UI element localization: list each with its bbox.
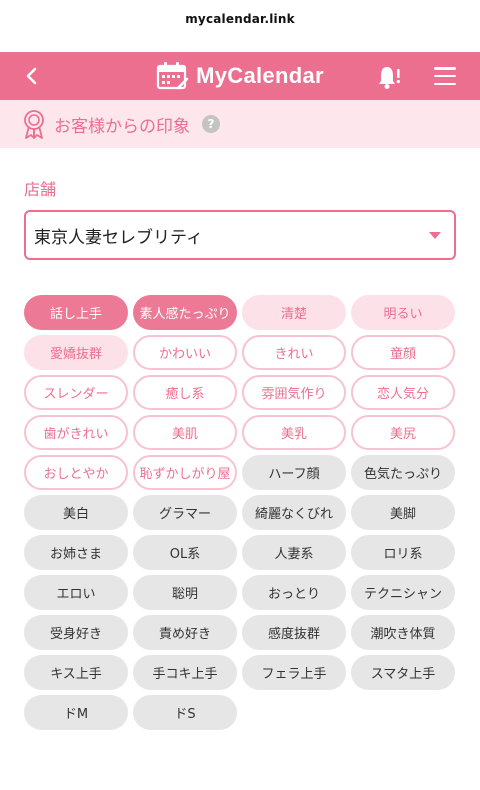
- impression-tag-chip[interactable]: 感度抜群: [242, 615, 346, 650]
- impression-tag-chip[interactable]: キス上手: [24, 655, 128, 690]
- shop-label: 店舗: [24, 180, 57, 199]
- impression-tag-chip[interactable]: 恥ずかしがり屋: [133, 455, 237, 490]
- impression-tag-chip[interactable]: ドS: [133, 695, 237, 730]
- impression-tag-chip[interactable]: グラマー: [133, 495, 237, 530]
- impression-tag-chip[interactable]: 恋人気分: [351, 375, 455, 410]
- impression-tag-chip[interactable]: 美脚: [351, 495, 455, 530]
- impression-tag-chip[interactable]: スマタ上手: [351, 655, 455, 690]
- impression-tag-chip[interactable]: 綺麗なくびれ: [242, 495, 346, 530]
- impression-tag-chip[interactable]: 色気たっぷり: [351, 455, 455, 490]
- impression-tag-grid: 話し上手 素人感たっぷり 清楚 明るい愛嬌抜群 かわいい きれい 童顔スレンダー 癒し系 雰囲気…: [24, 295, 456, 730]
- impression-tag-chip[interactable]: 素人感たっぷり: [133, 295, 237, 330]
- impression-tag-chip[interactable]: かわいい: [133, 335, 237, 370]
- browser-url-bar[interactable]: mycalendar.link: [0, 0, 480, 52]
- impression-tag-chip[interactable]: 潮吹き体質: [351, 615, 455, 650]
- shop-select[interactable]: 東京人妻セレブリティ: [24, 210, 456, 260]
- section-header: お客様からの印象 ?: [0, 100, 480, 148]
- impression-tag-chip[interactable]: 愛嬌抜群: [24, 335, 128, 370]
- award-ribbon-icon: [24, 110, 44, 139]
- impression-tag-chip[interactable]: 人妻系: [242, 535, 346, 570]
- brand-name: MyCalendar: [196, 63, 324, 88]
- impression-tag-chip[interactable]: お姉さま: [24, 535, 128, 570]
- impression-tag-chip[interactable]: きれい: [242, 335, 346, 370]
- impression-tag-chip[interactable]: 話し上手: [24, 295, 128, 330]
- caret-down-icon: [429, 232, 441, 239]
- back-button[interactable]: [20, 64, 44, 88]
- impression-tag-chip[interactable]: テクニシャン: [351, 575, 455, 610]
- impression-tag-chip[interactable]: フェラ上手: [242, 655, 346, 690]
- impression-tag-chip[interactable]: OL系: [133, 535, 237, 570]
- chevron-left-icon: [26, 67, 37, 85]
- impression-tag-chip[interactable]: 手コキ上手: [133, 655, 237, 690]
- hamburger-menu-icon[interactable]: [434, 67, 456, 85]
- impression-tag-chip[interactable]: ロリ系: [351, 535, 455, 570]
- url-text: mycalendar.link: [185, 12, 295, 26]
- bell-icon[interactable]: [376, 64, 402, 90]
- impression-tag-chip[interactable]: 美乳: [242, 415, 346, 450]
- impression-tag-chip[interactable]: 美尻: [351, 415, 455, 450]
- impression-tag-chip[interactable]: スレンダー: [24, 375, 128, 410]
- impression-tag-chip[interactable]: 受身好き: [24, 615, 128, 650]
- impression-tag-chip[interactable]: 雰囲気作り: [242, 375, 346, 410]
- impression-tag-chip[interactable]: 清楚: [242, 295, 346, 330]
- impression-tag-chip[interactable]: おしとやか: [24, 455, 128, 490]
- help-icon[interactable]: ?: [202, 115, 220, 133]
- impression-tag-chip[interactable]: 童顔: [351, 335, 455, 370]
- brand-logo: MyCalendar: [0, 52, 480, 100]
- impression-tag-chip[interactable]: おっとり: [242, 575, 346, 610]
- impression-tag-chip[interactable]: エロい: [24, 575, 128, 610]
- impression-tag-chip[interactable]: 聡明: [133, 575, 237, 610]
- impression-tag-chip[interactable]: 癒し系: [133, 375, 237, 410]
- impression-tag-chip[interactable]: 歯がきれい: [24, 415, 128, 450]
- impression-tag-chip[interactable]: 美肌: [133, 415, 237, 450]
- impression-tag-chip[interactable]: ハーフ顔: [242, 455, 346, 490]
- calendar-logo-icon: [157, 62, 189, 90]
- impression-tag-chip[interactable]: 責め好き: [133, 615, 237, 650]
- app-header: MyCalendar: [0, 52, 480, 100]
- impression-tag-chip[interactable]: 美白: [24, 495, 128, 530]
- impression-tag-chip[interactable]: 明るい: [351, 295, 455, 330]
- impression-tag-chip[interactable]: ドM: [24, 695, 128, 730]
- section-title: お客様からの印象: [54, 116, 190, 137]
- shop-select-value: 東京人妻セレブリティ: [34, 227, 203, 248]
